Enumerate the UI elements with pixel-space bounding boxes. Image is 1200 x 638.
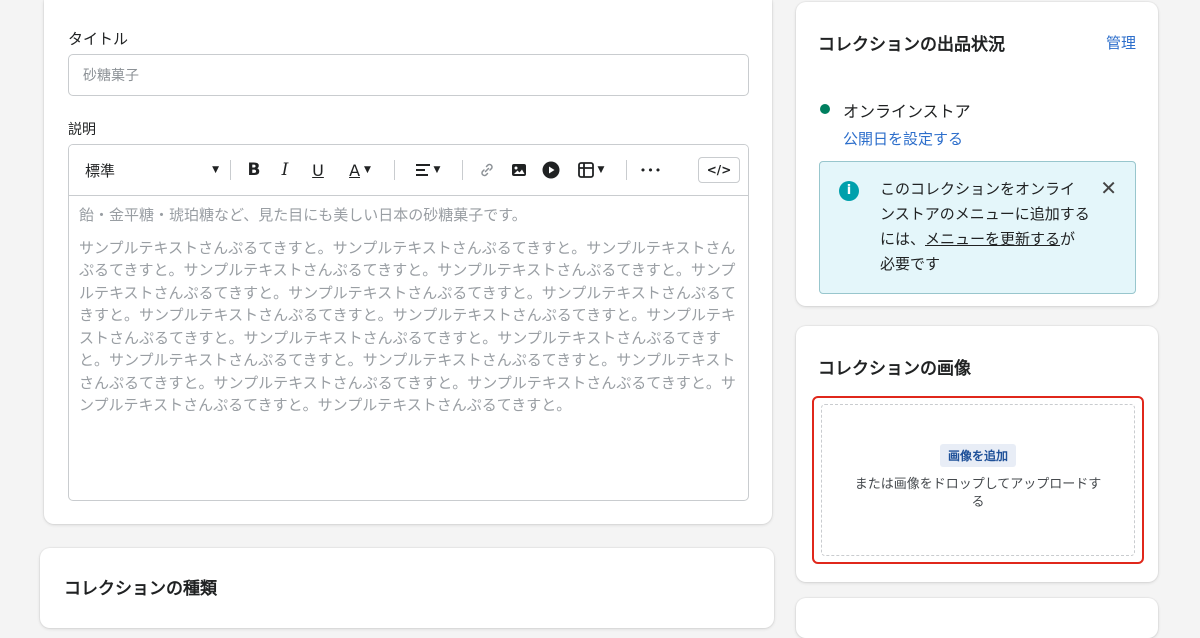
text-color-button[interactable]: A ▼ xyxy=(341,145,379,195)
next-card xyxy=(796,598,1158,638)
menu-info-banner: i このコレクションをオンラインストアのメニューに追加するには、メニューを更新す… xyxy=(819,161,1136,294)
collection-type-heading: コレクションの種類 xyxy=(64,579,217,599)
editor-toolbar: 標準 ▼ B I U A ▼ ▼ ▼ ••• </> xyxy=(69,145,748,196)
set-publish-date-link[interactable]: 公開日を設定する xyxy=(843,128,963,149)
banner-text: このコレクションをオンラインストアのメニューに追加するには、メニューを更新するが… xyxy=(880,177,1090,277)
title-description-card: タイトル 説明 標準 ▼ B I U A ▼ ▼ xyxy=(44,0,772,524)
drop-hint: または画像をドロップしてアップロードする xyxy=(854,477,1102,510)
table-icon xyxy=(577,162,594,178)
code-icon: </> xyxy=(697,157,741,183)
paragraph-style-value: 標準 xyxy=(85,161,116,180)
add-image-button[interactable]: 画像を追加 xyxy=(939,444,1017,467)
info-icon: i xyxy=(839,181,859,201)
image-icon[interactable] xyxy=(507,145,531,195)
title-input[interactable] xyxy=(68,54,749,96)
description-paragraph: サンプルテキストさんぷるてきすと。サンプルテキストさんぷるてきすと。サンプルテキ… xyxy=(79,238,736,415)
chevron-down-icon: ▼ xyxy=(212,165,219,175)
code-view-button[interactable]: </> xyxy=(697,145,741,195)
collection-image-heading: コレクションの画像 xyxy=(818,359,971,379)
chevron-down-icon: ▼ xyxy=(364,165,371,175)
text-color-label: A xyxy=(349,160,361,180)
update-menu-link[interactable]: メニューを更新する xyxy=(925,230,1060,248)
italic-button[interactable]: I xyxy=(274,145,296,195)
bold-button[interactable]: B xyxy=(243,145,265,195)
close-icon[interactable]: ✕ xyxy=(1100,176,1117,200)
chevron-down-icon: ▼ xyxy=(597,165,605,175)
collection-type-card: コレクションの種類 xyxy=(40,548,774,628)
chevron-down-icon: ▼ xyxy=(433,165,441,175)
editor-content[interactable]: 飴・金平糖・琥珀糖など、見た目にも美しい日本の砂糖菓子です。 サンプルテキストさ… xyxy=(69,196,748,417)
dropzone-highlight: 画像を追加 または画像をドロップしてアップロードする xyxy=(812,396,1144,564)
description-paragraph: 飴・金平糖・琥珀糖など、見た目にも美しい日本の砂糖菓子です。 xyxy=(79,206,527,224)
description-editor: 標準 ▼ B I U A ▼ ▼ ▼ ••• </> 飴・金平糖・琥珀糖など、見… xyxy=(68,144,749,501)
manage-link[interactable]: 管理 xyxy=(1106,32,1136,53)
description-label: 説明 xyxy=(68,122,96,138)
underline-button[interactable]: U xyxy=(307,145,329,195)
title-label: タイトル xyxy=(68,30,129,48)
availability-heading: コレクションの出品状況 xyxy=(818,35,1005,55)
image-dropzone[interactable]: 画像を追加 または画像をドロップしてアップロードする xyxy=(821,404,1135,556)
align-left-icon xyxy=(415,164,430,176)
video-icon[interactable] xyxy=(539,145,563,195)
link-icon[interactable] xyxy=(475,145,499,195)
more-button[interactable]: ••• xyxy=(639,145,663,195)
collection-image-card: コレクションの画像 画像を追加 または画像をドロップしてアップロードする xyxy=(796,326,1158,582)
paragraph-style-select[interactable]: 標準 ▼ xyxy=(85,145,219,195)
align-button[interactable]: ▼ xyxy=(407,145,449,195)
availability-card: コレクションの出品状況 管理 オンラインストア 公開日を設定する i このコレク… xyxy=(796,2,1158,306)
table-button[interactable]: ▼ xyxy=(571,145,611,195)
online-store-label: オンラインストア xyxy=(843,102,971,121)
status-dot-icon xyxy=(820,104,830,114)
